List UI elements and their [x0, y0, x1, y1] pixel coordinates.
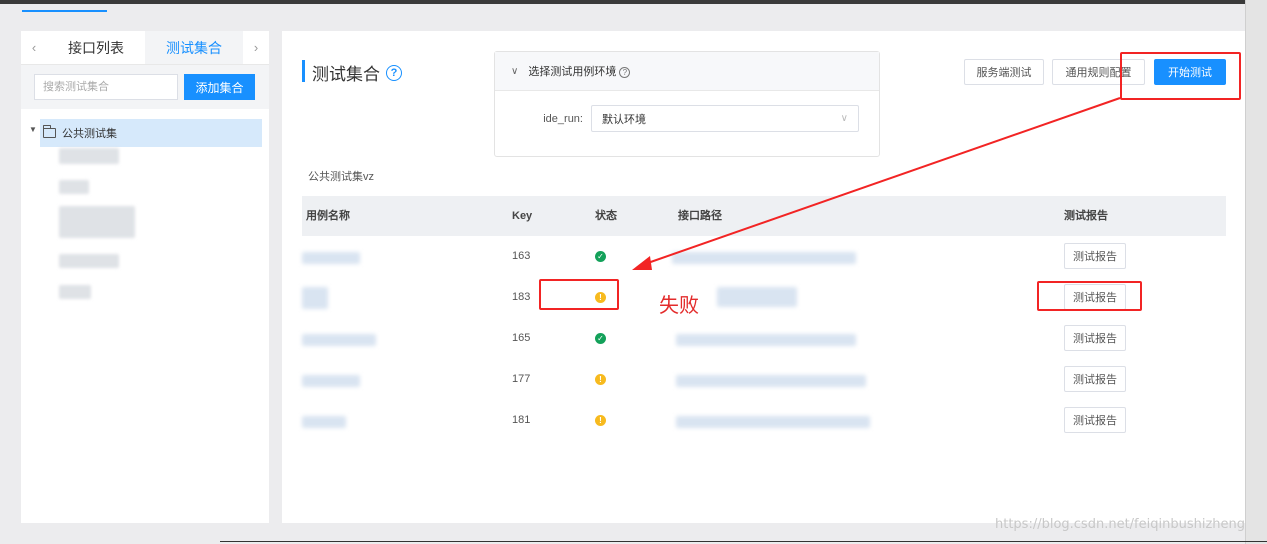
- watermark: https://blog.csdn.net/feiqinbushizheng: [994, 517, 1245, 532]
- arrow-head: [632, 256, 652, 270]
- arrow-line: [641, 97, 1121, 266]
- fail-annotation: 失败: [659, 293, 699, 317]
- annotation-arrow: [632, 97, 1121, 270]
